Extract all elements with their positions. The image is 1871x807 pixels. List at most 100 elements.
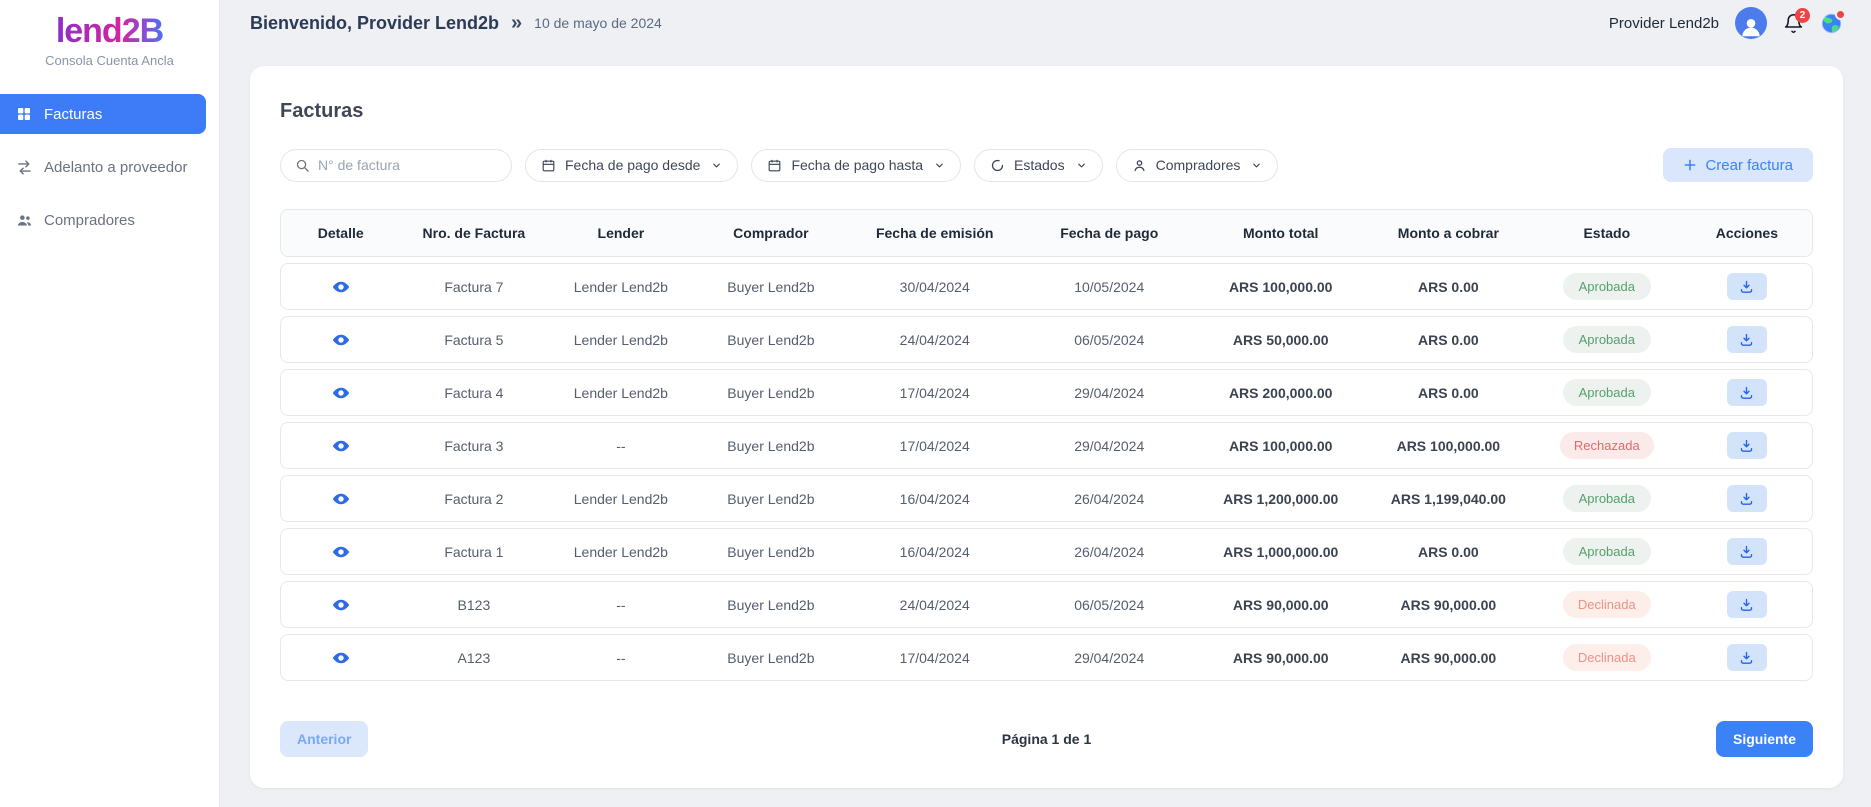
next-page-button[interactable]: Siguiente: [1716, 721, 1813, 757]
status-circle-icon: [990, 158, 1005, 173]
status-badge: Aprobada: [1563, 485, 1651, 512]
avatar[interactable]: [1735, 7, 1767, 39]
chevron-down-icon: [711, 160, 722, 171]
grid-icon: [15, 106, 33, 122]
sidebar-item-compradores[interactable]: Compradores: [0, 200, 220, 240]
download-icon: [1739, 332, 1754, 347]
pay-date-cell: 26/04/2024: [1074, 544, 1144, 560]
issue-date-cell: 17/04/2024: [900, 385, 970, 401]
issue-date-cell: 16/04/2024: [900, 544, 970, 560]
view-detail-button[interactable]: [332, 437, 350, 455]
search-input[interactable]: [318, 157, 497, 173]
invoice-number-cell: Factura 2: [444, 491, 503, 507]
status-cell: Declinada: [1563, 591, 1651, 618]
column-header: Comprador: [733, 225, 808, 241]
calendar-icon: [767, 158, 782, 173]
pay-date-cell: 29/04/2024: [1074, 385, 1144, 401]
download-icon: [1739, 650, 1754, 665]
lender-cell: Lender Lend2b: [574, 491, 668, 507]
buyer-cell: Buyer Lend2b: [727, 279, 814, 295]
eye-icon: [332, 331, 350, 349]
issue-date-cell: 30/04/2024: [900, 279, 970, 295]
lender-cell: Lender Lend2b: [574, 544, 668, 560]
receivable-amount-cell: ARS 1,199,040.00: [1391, 491, 1506, 507]
view-detail-button[interactable]: [332, 384, 350, 402]
actions-cell: [1727, 591, 1767, 618]
status-badge: Aprobada: [1563, 379, 1651, 406]
status-cell: Aprobada: [1563, 538, 1651, 565]
filters-bar: Fecha de pago desde Fecha de pago hasta: [280, 147, 1813, 183]
view-detail-button[interactable]: [332, 278, 350, 296]
eye-icon: [332, 384, 350, 402]
view-detail-button[interactable]: [332, 490, 350, 508]
transfer-arrows-icon: [15, 159, 33, 176]
filter-buyers-pill[interactable]: Compradores: [1116, 149, 1279, 182]
filter-date-to-pill[interactable]: Fecha de pago hasta: [751, 149, 961, 182]
receivable-amount-cell: ARS 0.00: [1418, 332, 1479, 348]
download-button[interactable]: [1727, 538, 1767, 565]
search-icon: [295, 158, 310, 173]
eye-icon: [332, 649, 350, 667]
pagination: Anterior Página 1 de 1 Siguiente: [280, 721, 1813, 757]
table-row: Factura 5 Lender Lend2b Buyer Lend2b 24/…: [280, 316, 1813, 363]
filter-states-pill[interactable]: Estados: [974, 149, 1103, 182]
app-root: lend2B Consola Cuenta Ancla Facturas Ade…: [0, 0, 1871, 807]
invoice-number-cell: Factura 5: [444, 332, 503, 348]
invoice-search-field: [280, 149, 512, 182]
download-button[interactable]: [1727, 432, 1767, 459]
filter-label: Estados: [1014, 157, 1065, 173]
total-amount-cell: ARS 1,000,000.00: [1223, 544, 1338, 560]
previous-page-button[interactable]: Anterior: [280, 721, 368, 757]
column-header: Estado: [1583, 225, 1630, 241]
language-button[interactable]: [1820, 12, 1843, 35]
invoice-number-cell: Factura 1: [444, 544, 503, 560]
download-button[interactable]: [1727, 379, 1767, 406]
detail-cell: [332, 596, 350, 614]
issue-date-cell: 24/04/2024: [900, 597, 970, 613]
detail-cell: [332, 384, 350, 402]
view-detail-button[interactable]: [332, 596, 350, 614]
status-cell: Aprobada: [1563, 326, 1651, 353]
download-icon: [1739, 544, 1754, 559]
status-badge: Declinada: [1563, 644, 1651, 671]
invoice-number-cell: Factura 4: [444, 385, 503, 401]
chevron-down-icon: [1076, 160, 1087, 171]
actions-cell: [1727, 379, 1767, 406]
filter-date-from-pill[interactable]: Fecha de pago desde: [525, 149, 738, 182]
actions-cell: [1727, 538, 1767, 565]
column-header: Detalle: [318, 225, 364, 241]
buyer-cell: Buyer Lend2b: [727, 385, 814, 401]
pay-date-cell: 06/05/2024: [1074, 597, 1144, 613]
sidebar: lend2B Consola Cuenta Ancla Facturas Ade…: [0, 0, 220, 807]
person-icon: [1132, 158, 1147, 173]
invoices-card: Facturas Fecha de pago desde: [250, 66, 1843, 788]
receivable-amount-cell: ARS 100,000.00: [1397, 438, 1501, 454]
download-button[interactable]: [1727, 273, 1767, 300]
total-amount-cell: ARS 100,000.00: [1229, 438, 1333, 454]
sidebar-item-adelanto[interactable]: Adelanto a proveedor: [0, 147, 220, 187]
invoice-number-cell: A123: [458, 650, 491, 666]
current-date: 10 de mayo de 2024: [534, 15, 662, 31]
view-detail-button[interactable]: [332, 543, 350, 561]
detail-cell: [332, 649, 350, 667]
detail-cell: [332, 331, 350, 349]
chevron-down-icon: [1251, 160, 1262, 171]
receivable-amount-cell: ARS 90,000.00: [1400, 650, 1496, 666]
download-button[interactable]: [1727, 326, 1767, 353]
create-invoice-label: Crear factura: [1705, 157, 1793, 174]
table-row: B123 -- Buyer Lend2b 24/04/2024 06/05/20…: [280, 581, 1813, 628]
create-invoice-button[interactable]: Crear factura: [1663, 148, 1813, 182]
filter-label: Compradores: [1156, 157, 1241, 173]
table-row: Factura 3 -- Buyer Lend2b 17/04/2024 29/…: [280, 422, 1813, 469]
status-cell: Aprobada: [1563, 273, 1651, 300]
download-button[interactable]: [1727, 644, 1767, 671]
receivable-amount-cell: ARS 90,000.00: [1400, 597, 1496, 613]
notifications-button[interactable]: 2: [1783, 13, 1804, 34]
view-detail-button[interactable]: [332, 331, 350, 349]
view-detail-button[interactable]: [332, 649, 350, 667]
sidebar-item-facturas[interactable]: Facturas: [0, 94, 206, 134]
download-button[interactable]: [1727, 591, 1767, 618]
download-button[interactable]: [1727, 485, 1767, 512]
eye-icon: [332, 490, 350, 508]
download-icon: [1739, 491, 1754, 506]
